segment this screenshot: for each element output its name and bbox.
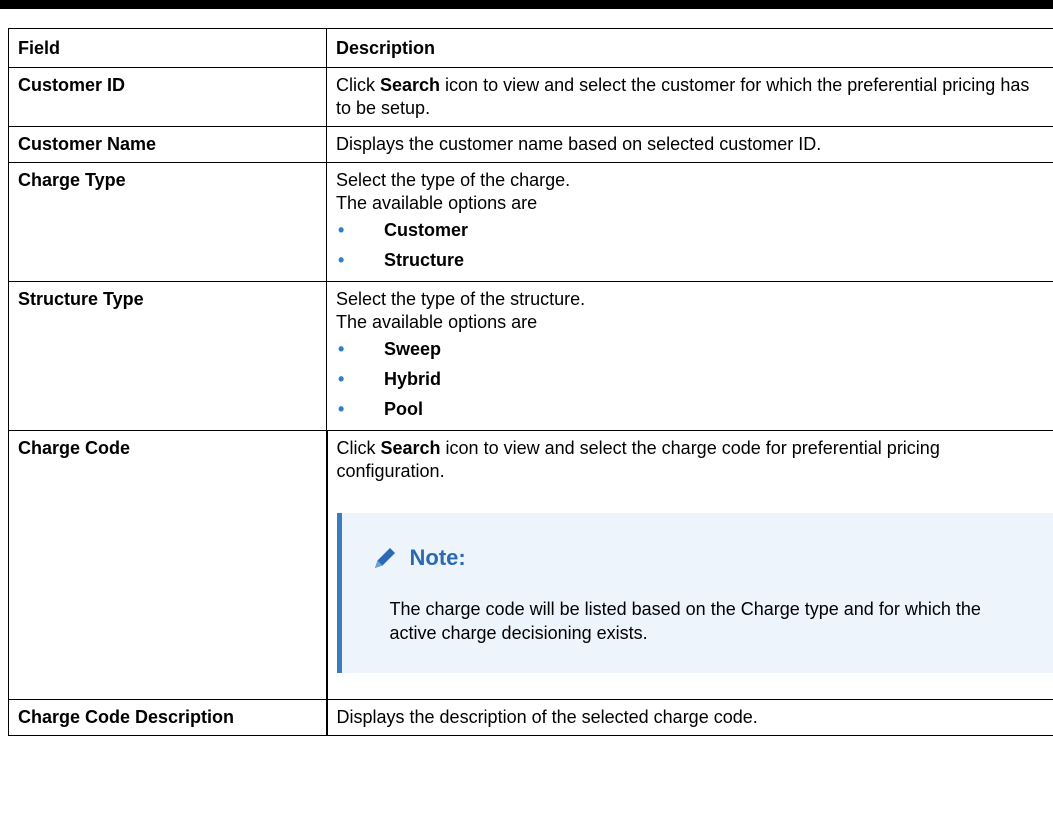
bullet-icon: • bbox=[338, 220, 345, 240]
description-structure-type: Select the type of the structure. The av… bbox=[326, 281, 1053, 431]
header-description: Description bbox=[326, 28, 1053, 68]
bullet-icon: • bbox=[338, 399, 345, 419]
note-title: Note: bbox=[409, 545, 466, 570]
list-item: • Pool bbox=[336, 394, 1046, 424]
option-label: Structure bbox=[384, 250, 465, 270]
desc-line: The available options are bbox=[336, 312, 538, 332]
field-charge-type: Charge Type bbox=[8, 162, 327, 282]
field-charge-code: Charge Code bbox=[8, 430, 327, 700]
table-row: Structure Type Select the type of the st… bbox=[8, 281, 1053, 431]
desc-line: Select the type of the charge. bbox=[336, 170, 571, 190]
search-keyword: Search bbox=[380, 438, 441, 458]
description-charge-code-description: Displays the description of the selected… bbox=[325, 699, 1053, 736]
option-label: Customer bbox=[384, 220, 469, 240]
option-label: Sweep bbox=[384, 339, 442, 359]
list-item: • Sweep bbox=[336, 334, 1046, 364]
header-field: Field bbox=[8, 28, 327, 68]
option-label: Pool bbox=[384, 399, 423, 419]
note-callout: Note: The charge code will be listed bas… bbox=[336, 513, 1053, 673]
table-row: Customer Name Displays the customer name… bbox=[8, 126, 1053, 163]
bullet-icon: • bbox=[338, 250, 345, 270]
note-text: The charge code will be listed based on … bbox=[389, 599, 981, 643]
table-row: Customer ID Click Search icon to view an… bbox=[8, 67, 1053, 127]
description-customer-id: Click Search icon to view and select the… bbox=[326, 67, 1053, 127]
search-keyword: Search bbox=[380, 75, 441, 95]
option-label: Hybrid bbox=[384, 369, 442, 389]
desc-line: Click Search icon to view and select the… bbox=[337, 437, 1046, 483]
pencil-icon bbox=[374, 548, 395, 568]
table-header-row: Field Description bbox=[8, 28, 1053, 68]
field-structure-type: Structure Type bbox=[8, 281, 327, 431]
table-row: Charge Code Click Search icon to view an… bbox=[8, 430, 1053, 700]
description-charge-code: Click Search icon to view and select the… bbox=[325, 430, 1053, 700]
top-rule bbox=[0, 0, 1053, 9]
desc-text: Click bbox=[336, 75, 380, 95]
list-item: • Hybrid bbox=[336, 364, 1046, 394]
field-charge-code-description: Charge Code Description bbox=[8, 699, 327, 736]
description-charge-type: Select the type of the charge. The avail… bbox=[326, 162, 1053, 282]
field-description-table: Field Description Customer ID Click Sear… bbox=[8, 28, 1053, 736]
table-row: Charge Code Description Displays the des… bbox=[8, 699, 1053, 736]
desc-text: icon to view and select the customer for… bbox=[336, 75, 1030, 118]
note-header: Note: bbox=[370, 543, 1030, 573]
field-customer-id: Customer ID bbox=[8, 67, 327, 127]
list-item: • Customer bbox=[336, 215, 1046, 245]
list-item: • Structure bbox=[336, 245, 1046, 275]
bullet-icon: • bbox=[338, 369, 345, 389]
description-customer-name: Displays the customer name based on sele… bbox=[326, 126, 1053, 163]
desc-text: Click bbox=[336, 438, 381, 458]
desc-line: Select the type of the structure. bbox=[336, 289, 586, 309]
options-list: • Sweep • Hybrid • Pool bbox=[336, 334, 1046, 424]
bullet-icon: • bbox=[338, 339, 345, 359]
options-list: • Customer • Structure bbox=[336, 215, 1046, 275]
table-row: Charge Type Select the type of the charg… bbox=[8, 162, 1053, 282]
desc-line: The available options are bbox=[336, 193, 538, 213]
field-customer-name: Customer Name bbox=[8, 126, 327, 163]
